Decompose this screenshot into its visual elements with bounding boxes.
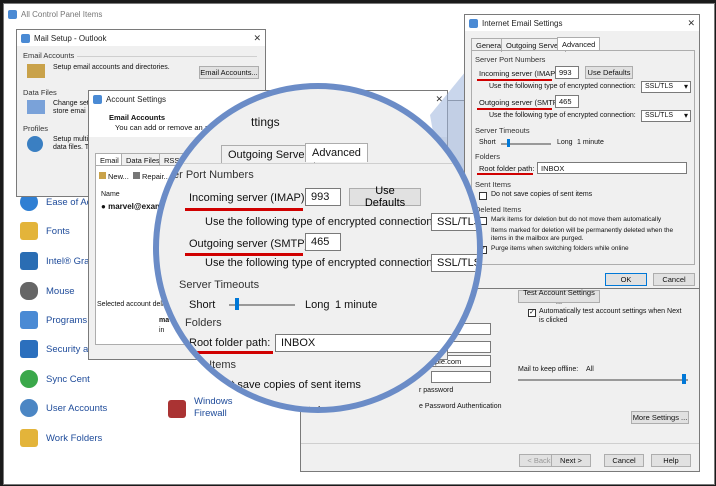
- use-defaults-button[interactable]: Use Defaults: [585, 66, 633, 79]
- incoming-encryption-label: Use the following type of encrypted conn…: [489, 83, 636, 90]
- mag-incoming-label: Incoming server (IMAP):: [189, 192, 308, 204]
- root-folder-field[interactable]: INBOX: [537, 162, 687, 174]
- mag-sent-items-option: not save copies of sent items: [219, 379, 361, 391]
- mag-short-label: Short: [189, 299, 216, 311]
- internet-email-titlebar: Internet Email Settings ✕: [465, 15, 699, 31]
- incoming-underline: [477, 79, 552, 81]
- root-folder-underline: [477, 173, 533, 175]
- mag-timeout-value: 1 minute: [335, 299, 378, 311]
- mag-timeout-slider-thumb[interactable]: [235, 298, 239, 310]
- timeout-short-label: Short: [479, 139, 496, 146]
- cancel-button[interactable]: Cancel: [653, 273, 695, 286]
- timeout-slider-thumb[interactable]: [507, 139, 510, 147]
- outgoing-server-label: Outgoing server (SMTP):: [479, 98, 563, 107]
- mag-root-folder-field[interactable]: INBOX: [275, 334, 477, 352]
- sent-items-header: Sent Items: [475, 180, 511, 189]
- mag-folders-header: Folders: [185, 317, 222, 329]
- mag-sent-items-header: t Items: [203, 359, 237, 371]
- ok-button[interactable]: OK: [605, 273, 647, 286]
- mag-root-folder-label: Root folder path:: [189, 337, 271, 349]
- mag-outgoing-encryption-label: Use the following type of encrypted conn…: [205, 257, 436, 269]
- mag-use-defaults-button[interactable]: Use Defaults: [349, 185, 421, 209]
- internet-email-settings-window: Internet Email Settings ✕ General Outgoi…: [464, 14, 700, 289]
- timeout-long-label: Long: [557, 139, 573, 146]
- incoming-encryption-select[interactable]: SSL/TLS: [641, 81, 691, 93]
- mag-tab-advanced[interactable]: Advanced: [305, 143, 368, 162]
- folders-header: Folders: [475, 152, 501, 161]
- deletion-note-1: Items marked for deletion will be perman…: [491, 227, 674, 234]
- outgoing-encryption-label: Use the following type of encrypted conn…: [489, 112, 636, 119]
- timeout-value: 1 minute: [577, 139, 604, 146]
- internet-email-icon: [469, 18, 478, 28]
- magnifier-circle: ttings Outgoing Server Advanced er Port …: [153, 83, 483, 413]
- mark-deletion-label: Mark items for deletion but do not move …: [491, 216, 662, 223]
- mag-long-label: Long: [305, 299, 330, 311]
- server-port-numbers-header: Server Port Numbers: [475, 55, 546, 64]
- incoming-port-field[interactable]: 993: [555, 66, 579, 79]
- mag-outgoing-underline: [185, 253, 303, 256]
- mag-root-folder-underline: [185, 351, 273, 354]
- mag-outgoing-label: Outgoing server (SMTP):: [189, 238, 312, 250]
- mag-incoming-encryption-select[interactable]: SSL/TLS: [431, 213, 477, 231]
- mag-incoming-port-field[interactable]: 993: [305, 188, 341, 206]
- mag-outgoing-port-field[interactable]: 465: [305, 233, 341, 251]
- server-timeouts-header: Server Timeouts: [475, 126, 530, 135]
- mag-tab-divider: [159, 163, 477, 164]
- sent-items-label: Do not save copies of sent items: [491, 191, 593, 198]
- deletion-note-2: items in the mailbox are purged.: [491, 235, 584, 242]
- deleted-items-header: Deleted Items: [475, 205, 522, 214]
- outgoing-underline: [477, 108, 552, 110]
- mag-tab-outgoing[interactable]: Outgoing Server: [221, 145, 316, 164]
- sent-items-checkbox[interactable]: [479, 192, 487, 200]
- tab-advanced[interactable]: Advanced: [557, 37, 601, 51]
- close-icon[interactable]: ✕: [687, 18, 695, 29]
- mag-incoming-underline: [185, 208, 303, 211]
- outgoing-encryption-select[interactable]: SSL/TLS: [641, 110, 691, 122]
- mag-outgoing-encryption-select[interactable]: SSL/TLS: [431, 254, 477, 272]
- purge-items-label: Purge items when switching folders while…: [491, 245, 629, 252]
- mag-server-timeouts: Server Timeouts: [179, 279, 260, 291]
- root-folder-label: Root folder path:: [479, 164, 535, 173]
- mag-incoming-encryption-label: Use the following type of encrypted conn…: [205, 216, 436, 228]
- mag-partial-title: ttings: [251, 115, 280, 129]
- mag-server-port-numbers: er Port Numbers: [173, 169, 254, 181]
- outgoing-port-field[interactable]: 465: [555, 95, 579, 108]
- incoming-server-label: Incoming server (IMAP):: [479, 69, 560, 78]
